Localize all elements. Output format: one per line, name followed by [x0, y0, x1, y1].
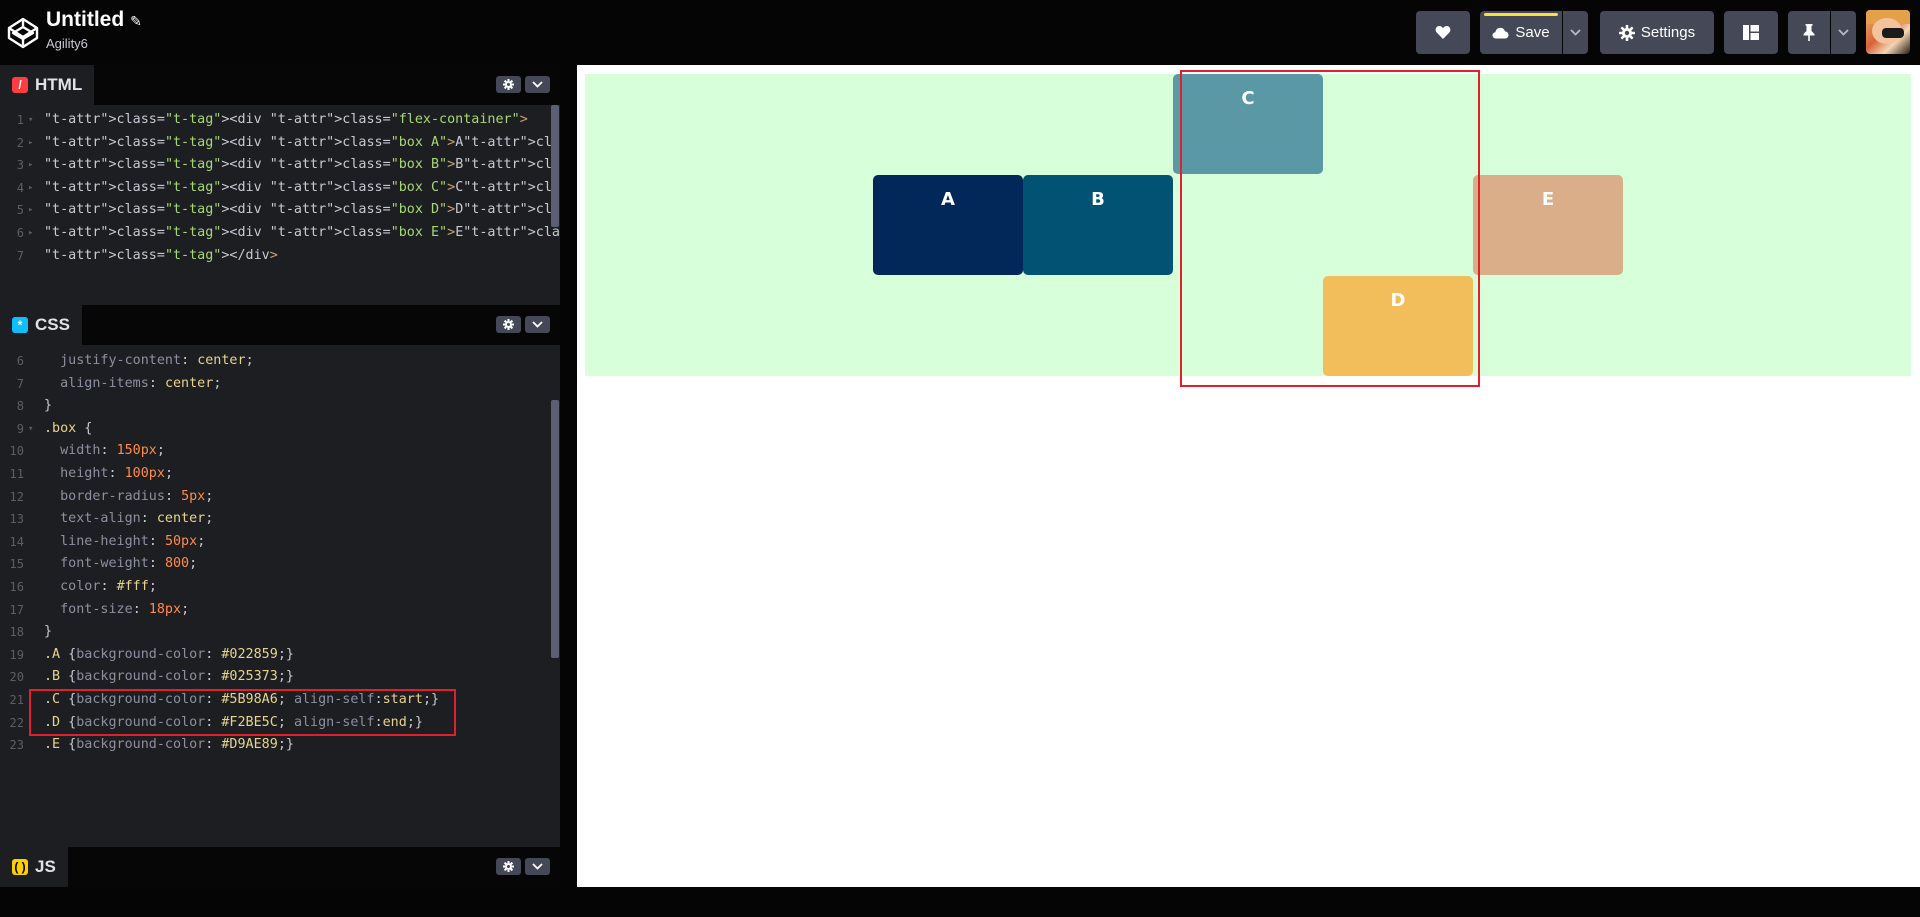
code-line: 11 height: 100px; [9, 465, 173, 481]
js-icon: ( ) [12, 859, 28, 875]
code-line: 20 .B {background-color: #025373;} [9, 669, 294, 685]
codepen-logo-icon[interactable] [6, 16, 40, 50]
code-line: 14 line-height: 50px; [9, 533, 206, 549]
code-line: 15 font-weight: 800; [9, 556, 198, 572]
code-line: 18} [9, 624, 53, 640]
css-scrollbar[interactable] [551, 400, 559, 658]
css-icon: * [12, 317, 28, 333]
html-settings-button[interactable] [496, 76, 521, 93]
js-tab-label: JS [35, 857, 56, 876]
code-line: 23 .E {background-color: #D9AE89;} [9, 737, 294, 753]
code-line: 8} [16, 398, 53, 414]
js-settings-button[interactable] [496, 858, 521, 875]
tab-css[interactable]: * CSS [0, 305, 82, 345]
css-highlight-annotation [29, 689, 456, 736]
css-tab-label: CSS [35, 315, 70, 334]
code-line: 7 align-items: center; [16, 375, 222, 391]
settings-button[interactable]: Settings [1600, 11, 1714, 54]
js-pane-header: ( ) JS [0, 847, 560, 887]
chevron-down-icon [532, 321, 543, 328]
save-options-button[interactable] [1563, 11, 1588, 54]
html-collapse-button[interactable] [525, 76, 550, 93]
pin-icon [1803, 24, 1815, 41]
gear-icon [503, 79, 514, 90]
editor-column: / HTML 1 ▾ "t-attr">class="t-tag"><div "t-… [0, 65, 697, 887]
code-line: 17 font-size: 18px; [9, 601, 190, 617]
code-line: 4 ▸ "t-attr">class="t-tag"><div "t-attr">c… [16, 179, 697, 195]
chevron-down-icon [532, 863, 543, 870]
code-line: 9 ▾ .box { [16, 420, 93, 436]
gear-icon [503, 319, 514, 330]
code-line: 5 ▸ "t-attr">class="t-tag"><div "t-attr">c… [16, 202, 697, 218]
cloud-icon [1492, 27, 1509, 38]
chevron-down-icon [532, 81, 543, 88]
pen-title-text[interactable]: Untitled [46, 8, 124, 31]
code-line: 6 justify-content: center; [16, 353, 254, 368]
settings-label: Settings [1640, 24, 1696, 41]
code-line: 2 ▸ "t-attr">class="t-tag"><div "t-attr">c… [16, 134, 697, 150]
user-avatar[interactable] [1866, 10, 1910, 54]
html-scrollbar[interactable] [551, 105, 559, 227]
gear-icon [503, 861, 514, 872]
pencil-icon[interactable]: ✎ [130, 13, 142, 29]
code-line: 19 .A {background-color: #022859;} [9, 646, 294, 662]
code-line: 13 text-align: center; [9, 511, 214, 527]
code-line: 1 ▾ "t-attr">class="t-tag"><div "t-attr">c… [16, 112, 528, 127]
css-settings-button[interactable] [496, 316, 521, 333]
layout-icon [1743, 25, 1759, 40]
css-collapse-button[interactable] [525, 316, 550, 333]
html-icon: / [12, 77, 28, 93]
pen-title[interactable]: Untitled ✎ [46, 8, 142, 32]
save-button[interactable]: Save [1480, 11, 1562, 54]
html-pane-header: / HTML [0, 65, 560, 105]
code-line: 12 border-radius: 5px; [9, 488, 214, 504]
tab-html[interactable]: / HTML [0, 65, 95, 105]
love-button[interactable] [1416, 11, 1470, 54]
pane-resizer[interactable] [560, 65, 577, 887]
code-line: 6 ▸ "t-attr">class="t-tag"><div "t-attr">c… [16, 224, 697, 240]
preview-highlight-annotation [1180, 70, 1480, 387]
pin-button[interactable] [1788, 11, 1830, 54]
save-label: Save [1515, 24, 1550, 41]
pin-options-button[interactable] [1831, 11, 1856, 54]
box-a: A [873, 175, 1023, 275]
pen-author[interactable]: Agility6 [46, 36, 88, 51]
code-line: 10 width: 150px; [9, 443, 165, 459]
chevron-down-icon [1570, 29, 1581, 36]
footer-bar [0, 887, 1920, 917]
top-bar: Untitled ✎ Agility6 Save Settings [0, 0, 1920, 65]
result-preview: ABCDE [577, 65, 1920, 887]
tab-js[interactable]: ( ) JS [0, 847, 68, 887]
code-line: 16 color: #fff; [9, 578, 157, 594]
code-line: 3 ▸ "t-attr">class="t-tag"><div "t-attr">c… [16, 157, 697, 173]
css-pane-header: * CSS [0, 305, 560, 345]
heart-icon [1435, 26, 1451, 39]
chevron-down-icon [1838, 29, 1849, 36]
code-line: 7 "t-attr">class="t-tag"></div> [16, 247, 278, 263]
box-e: E [1473, 175, 1623, 275]
box-b: B [1023, 175, 1173, 275]
gear-icon [1618, 24, 1635, 41]
change-view-button[interactable] [1724, 11, 1778, 54]
html-tab-label: HTML [35, 75, 83, 94]
js-collapse-button[interactable] [525, 858, 550, 875]
html-code-editor[interactable]: 1 ▾ "t-attr">class="t-tag"><div "t-attr">c… [0, 109, 697, 267]
